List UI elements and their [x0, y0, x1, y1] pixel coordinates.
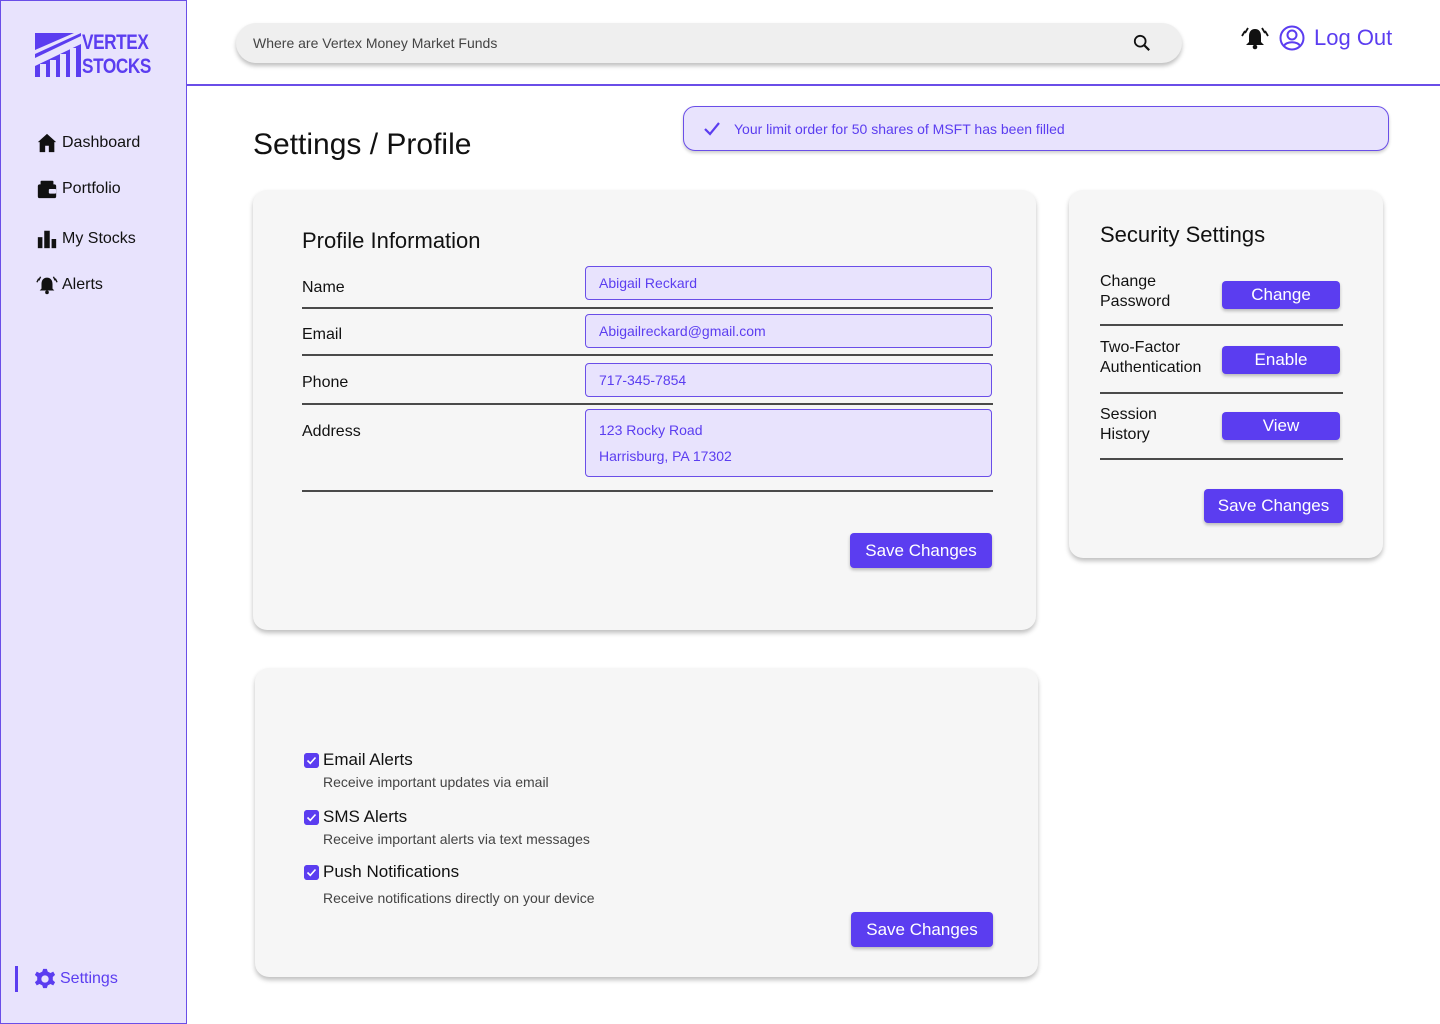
address-field[interactable]: 123 Rocky Road Harrisburg, PA 17302	[585, 409, 992, 477]
sidebar-item-dashboard[interactable]: Dashboard	[36, 129, 140, 157]
sms-alerts-checkbox[interactable]	[304, 810, 319, 825]
security-heading: Security Settings	[1100, 222, 1266, 247]
sidebar-item-alerts[interactable]: Alerts	[36, 271, 103, 299]
active-indicator	[15, 966, 18, 992]
label-line: Two-Factor	[1100, 339, 1181, 356]
name-label: Name	[302, 279, 345, 296]
alert-description: Receive important alerts via text messag…	[323, 831, 590, 847]
page-title: Settings / Profile	[253, 128, 472, 161]
alert-description: Receive important updates via email	[323, 774, 549, 790]
profile-card: Profile Information Name Abigail Reckard…	[253, 190, 1036, 630]
sidebar-item-portfolio[interactable]: Portfolio	[36, 175, 121, 203]
header-actions: Log Out	[1241, 25, 1392, 51]
sidebar-item-my-stocks[interactable]: My Stocks	[36, 225, 136, 253]
label-line: History	[1100, 426, 1150, 443]
email-alerts-checkbox[interactable]	[304, 753, 319, 768]
enable-2fa-button[interactable]: Enable	[1222, 346, 1340, 374]
divider	[302, 307, 993, 309]
address-line-2: Harrisburg, PA 17302	[599, 448, 732, 464]
brand-logo[interactable]: VERTEX STOCKS	[34, 31, 166, 79]
top-header: Where are Vertex Money Market Funds Log …	[187, 0, 1440, 86]
divider	[1100, 458, 1343, 460]
security-card: Security Settings Change Password Change…	[1069, 190, 1383, 558]
address-line-1: 123 Rocky Road	[599, 422, 703, 438]
sidebar-item-label: Settings	[60, 970, 118, 987]
brand-line-1: VERTEX	[82, 31, 149, 54]
search-placeholder: Where are Vertex Money Market Funds	[253, 35, 498, 51]
home-icon	[37, 133, 57, 153]
two-factor-label: Two-Factor Authentication	[1100, 338, 1201, 378]
notification-bell-icon[interactable]	[1241, 25, 1269, 51]
toast-message: Your limit order for 50 shares of MSFT h…	[734, 120, 1065, 137]
profile-save-button[interactable]: Save Changes	[850, 533, 992, 568]
user-avatar-icon[interactable]	[1279, 25, 1305, 51]
email-field[interactable]: Abigailreckard@gmail.com	[585, 314, 992, 348]
search-icon[interactable]	[1133, 34, 1151, 52]
alert-title: Push Notifications	[323, 862, 460, 881]
brand-line-2: STOCKS	[82, 55, 151, 78]
email-label: Email	[302, 326, 343, 343]
alerts-save-button[interactable]: Save Changes	[851, 912, 993, 947]
divider	[302, 403, 993, 405]
alert-description: Receive notifications directly on your d…	[323, 890, 595, 906]
logo-chart-icon	[35, 33, 81, 77]
sidebar-item-label: My Stocks	[62, 230, 136, 247]
view-session-button[interactable]: View	[1222, 412, 1340, 440]
notification-toast: Your limit order for 50 shares of MSFT h…	[683, 106, 1389, 151]
profile-heading: Profile Information	[302, 228, 481, 253]
change-password-button[interactable]: Change	[1222, 281, 1340, 309]
divider	[302, 354, 993, 356]
divider	[302, 490, 993, 492]
session-history-label: Session History	[1100, 405, 1157, 445]
push-notifications-checkbox[interactable]	[304, 865, 319, 880]
address-label: Address	[302, 423, 361, 440]
label-line: Session	[1100, 406, 1157, 423]
sidebar-item-label: Dashboard	[62, 134, 141, 151]
sidebar-item-label: Portfolio	[62, 180, 121, 197]
search-input[interactable]: Where are Vertex Money Market Funds	[236, 23, 1182, 63]
bar-chart-icon	[37, 230, 57, 249]
divider	[1100, 392, 1343, 394]
name-field[interactable]: Abigail Reckard	[585, 266, 992, 300]
sidebar-item-label: Alerts	[62, 276, 103, 293]
label-line: Password	[1100, 293, 1171, 310]
sidebar-item-settings[interactable]: Settings	[15, 966, 118, 992]
alert-title: SMS Alerts	[323, 807, 408, 826]
label-line: Authentication	[1100, 359, 1202, 376]
logout-link[interactable]: Log Out	[1314, 25, 1392, 51]
phone-field[interactable]: 717-345-7854	[585, 363, 992, 397]
alerts-card: Email Alerts Receive important updates v…	[255, 668, 1038, 977]
divider	[1100, 324, 1343, 326]
change-password-label: Change Password	[1100, 272, 1170, 312]
bell-icon	[36, 276, 58, 295]
label-line: Change	[1100, 273, 1157, 290]
wallet-icon	[37, 180, 57, 199]
checkmark-icon	[704, 121, 720, 136]
alert-title: Email Alerts	[323, 750, 413, 769]
sidebar: VERTEX STOCKS Dashboard Portfolio My Sto…	[0, 0, 187, 1024]
gear-icon	[34, 968, 56, 989]
phone-label: Phone	[302, 374, 349, 391]
security-save-button[interactable]: Save Changes	[1204, 489, 1343, 523]
